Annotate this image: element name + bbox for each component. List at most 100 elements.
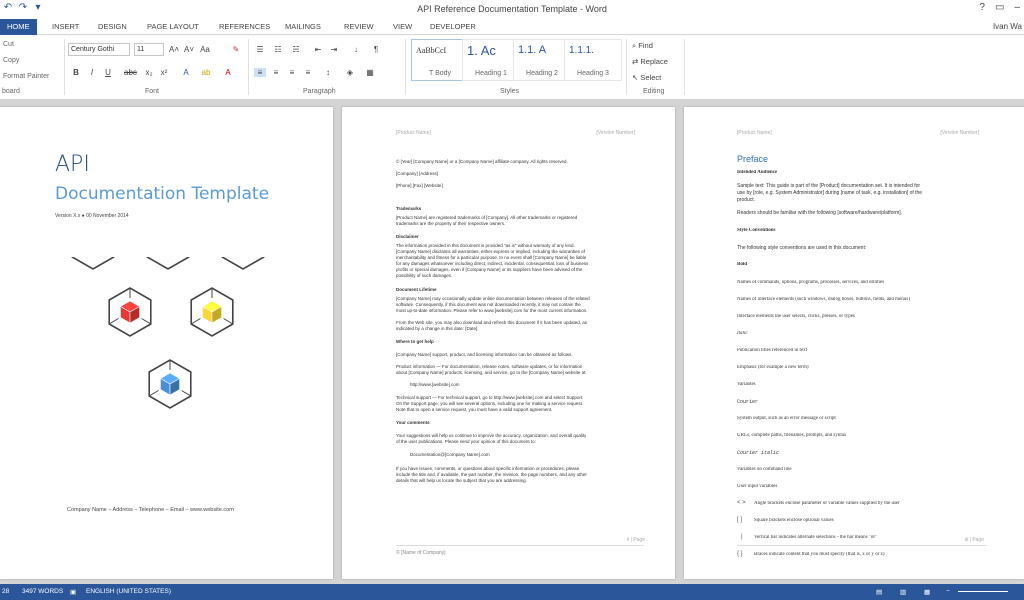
show-marks-icon[interactable]: ¶ bbox=[370, 45, 382, 54]
find-button[interactable]: ⌕ Find bbox=[632, 41, 653, 51]
body-line: [Product Name] are registered trademarks… bbox=[396, 215, 578, 220]
zoom-slider[interactable] bbox=[958, 591, 1008, 592]
style-heading-2[interactable]: 1.1. A Heading 2 bbox=[513, 39, 571, 81]
proofing-icon[interactable]: ▣ bbox=[70, 588, 76, 596]
styles-group-label: Styles bbox=[500, 88, 520, 95]
clear-formatting-icon[interactable]: ✎ bbox=[230, 45, 242, 54]
body-email[interactable]: Documentation@[Company Name].com bbox=[410, 452, 490, 457]
tab-home[interactable]: HOME bbox=[0, 19, 37, 35]
header-right: [Version Number] bbox=[596, 130, 635, 136]
ribbon-display-icon[interactable]: ▭ bbox=[995, 2, 1004, 13]
style-preview: 1. Ac bbox=[467, 43, 496, 58]
tab-developer[interactable]: DEVELOPER bbox=[430, 19, 476, 35]
align-left-icon[interactable]: ≡ bbox=[254, 68, 266, 77]
page-legal[interactable]: [Product Name] [Version Number] © [Year]… bbox=[342, 107, 675, 579]
header-left: [Product Name] bbox=[737, 130, 772, 136]
sort-icon[interactable]: ↓ bbox=[350, 45, 362, 54]
web-layout-icon[interactable]: ▦ bbox=[924, 588, 930, 596]
page-indicator[interactable]: 28 bbox=[2, 588, 9, 595]
cube-icon bbox=[190, 287, 234, 337]
body-line: On the Support page, you will see severa… bbox=[396, 401, 584, 406]
word-count[interactable]: 3497 WORDS bbox=[22, 588, 63, 595]
section-heading: Style Conventions bbox=[737, 228, 776, 233]
minimize-icon[interactable]: – bbox=[1014, 2, 1020, 13]
body-line: [Company Name] support, product, and lic… bbox=[396, 352, 573, 357]
bold-icon[interactable]: B bbox=[70, 68, 82, 77]
ribbon: Cut Copy Format Painter board Century Go… bbox=[0, 35, 1024, 100]
style-name: T Body bbox=[428, 70, 452, 77]
format-painter-button[interactable]: Format Painter bbox=[3, 73, 49, 80]
print-layout-icon[interactable]: ▥ bbox=[900, 588, 906, 596]
section-heading: Where to get help bbox=[396, 339, 434, 344]
style-name: Heading 1 bbox=[475, 70, 507, 77]
select-label: Select bbox=[640, 73, 662, 82]
subscript-icon[interactable]: x₂ bbox=[143, 68, 155, 77]
superscript-icon[interactable]: x² bbox=[158, 68, 170, 77]
body-link[interactable]: http://www.[website].com bbox=[410, 382, 460, 387]
page-preface[interactable]: [Product Name] [Version Number] Preface … bbox=[684, 107, 1024, 579]
body-line: The information provided in this documen… bbox=[396, 243, 575, 248]
bullets-icon[interactable]: ☰ bbox=[254, 45, 266, 54]
font-size-select[interactable]: 11 bbox=[134, 43, 164, 56]
section-heading: Intended Audience bbox=[737, 170, 778, 175]
help-button[interactable]: ? bbox=[979, 2, 985, 13]
italic-icon[interactable]: I bbox=[86, 68, 98, 77]
cut-button[interactable]: Cut bbox=[3, 41, 14, 48]
tab-design[interactable]: DESIGN bbox=[98, 19, 127, 35]
underline-icon[interactable]: U bbox=[102, 68, 114, 77]
tab-mailings[interactable]: MAILINGS bbox=[285, 19, 321, 35]
borders-icon[interactable]: ▦ bbox=[364, 68, 376, 77]
body-line: Braces indicate content that you must sp… bbox=[754, 552, 885, 557]
style-preview: 1.1. A bbox=[518, 44, 547, 56]
body-line: System output, such as an error message … bbox=[737, 416, 836, 421]
align-center-icon[interactable]: ≡ bbox=[270, 68, 282, 77]
cover-subtitle: Documentation Template bbox=[55, 184, 270, 204]
body-line: User input variables bbox=[737, 484, 778, 489]
copy-button[interactable]: Copy bbox=[3, 57, 19, 64]
highlight-icon[interactable]: ab bbox=[200, 68, 212, 77]
read-mode-icon[interactable]: ▤ bbox=[876, 588, 882, 596]
decrease-indent-icon[interactable]: ⇤ bbox=[312, 45, 324, 54]
align-right-icon[interactable]: ≡ bbox=[286, 68, 298, 77]
tab-view[interactable]: VIEW bbox=[393, 19, 412, 35]
shading-icon[interactable]: ◈ bbox=[344, 68, 356, 77]
body-line: From the Web site, you may also download… bbox=[396, 320, 588, 325]
marker-square: [ ] bbox=[737, 517, 743, 523]
numbering-icon[interactable]: ☷ bbox=[272, 45, 284, 54]
strikethrough-icon[interactable]: abc bbox=[124, 68, 137, 77]
document-area[interactable]: API Documentation Template Version X.x ●… bbox=[0, 100, 1024, 584]
justify-icon[interactable]: ≡ bbox=[302, 68, 314, 77]
body-line: © [Year] [Company Name] or a [Company Na… bbox=[396, 159, 568, 164]
marker-brace: { } bbox=[737, 551, 743, 557]
language-indicator[interactable]: ENGLISH (UNITED STATES) bbox=[86, 588, 171, 595]
text-effects-icon[interactable]: A bbox=[180, 68, 192, 77]
body-line: Note that to open a service request, you… bbox=[396, 407, 553, 412]
marker-angle: < > bbox=[737, 500, 746, 506]
change-case-icon[interactable]: Aa bbox=[199, 45, 211, 54]
grow-font-icon[interactable]: A˄ bbox=[168, 45, 180, 54]
style-heading-1[interactable]: 1. Ac Heading 1 bbox=[462, 39, 520, 81]
style-body[interactable]: AaBbCcI T Body bbox=[411, 39, 469, 81]
tab-references[interactable]: REFERENCES bbox=[219, 19, 270, 35]
font-color-icon[interactable]: A bbox=[222, 68, 234, 77]
style-heading-3[interactable]: 1.1.1. Heading 3 bbox=[564, 39, 622, 81]
group-divider bbox=[64, 39, 65, 95]
page-cover[interactable]: API Documentation Template Version X.x ●… bbox=[0, 107, 333, 579]
find-label: Find bbox=[638, 41, 653, 50]
body-line: [Phone] [Fax] [Website] bbox=[396, 183, 443, 188]
increase-indent-icon[interactable]: ⇥ bbox=[328, 45, 340, 54]
select-button[interactable]: ↖ Select bbox=[632, 73, 661, 82]
user-name[interactable]: Ivan Wa bbox=[993, 22, 1022, 31]
multilevel-list-icon[interactable]: ☵ bbox=[290, 45, 302, 54]
body-line: product. bbox=[737, 197, 756, 203]
tab-insert[interactable]: INSERT bbox=[52, 19, 79, 35]
shrink-font-icon[interactable]: A˅ bbox=[183, 45, 195, 54]
tab-page-layout[interactable]: PAGE LAYOUT bbox=[147, 19, 199, 35]
cube-icon bbox=[108, 287, 152, 337]
tab-review[interactable]: REVIEW bbox=[344, 19, 374, 35]
zoom-out-icon[interactable]: − bbox=[946, 588, 950, 595]
replace-button[interactable]: ⇄ Replace bbox=[632, 57, 668, 66]
font-name-select[interactable]: Century Gothi bbox=[68, 43, 130, 56]
line-spacing-icon[interactable]: ↕ bbox=[322, 68, 334, 77]
body-line: The following style conventions are used… bbox=[737, 245, 867, 251]
